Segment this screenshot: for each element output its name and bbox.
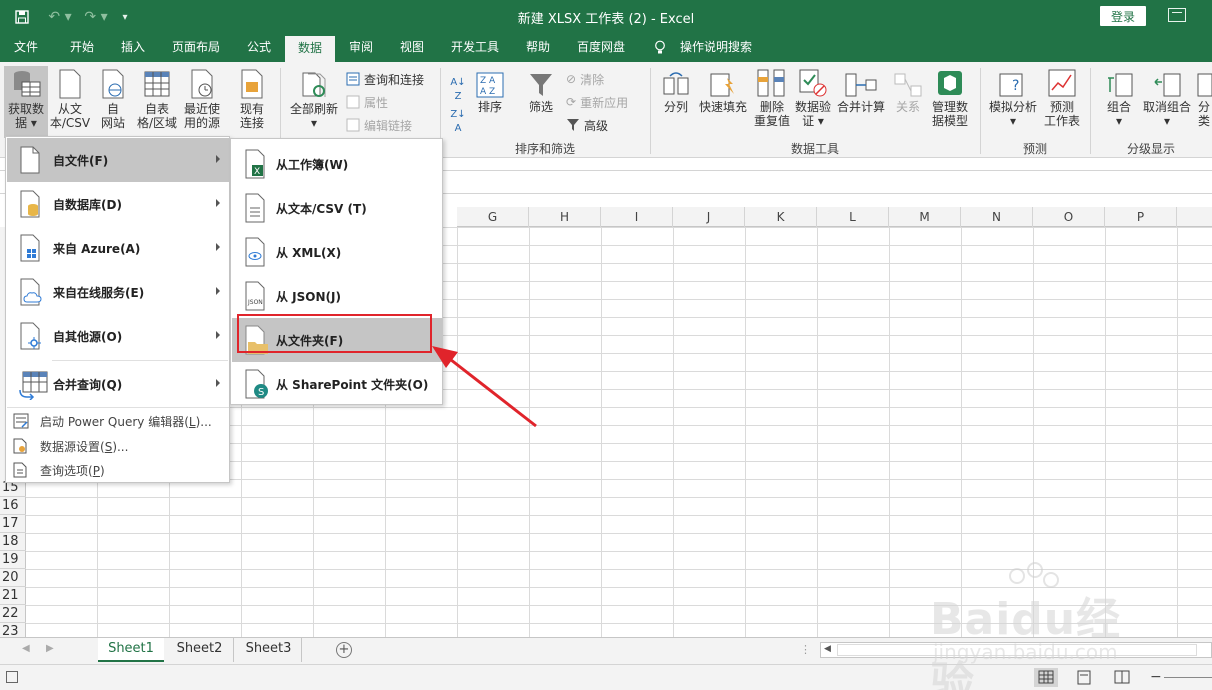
watermark-url: jingyan.baidu.com — [933, 640, 1118, 664]
watermark-brand: Baidu经验 — [930, 594, 1122, 690]
baidu-jingyan-watermark: Baidu经验 jingyan.baidu.com — [925, 558, 1155, 690]
